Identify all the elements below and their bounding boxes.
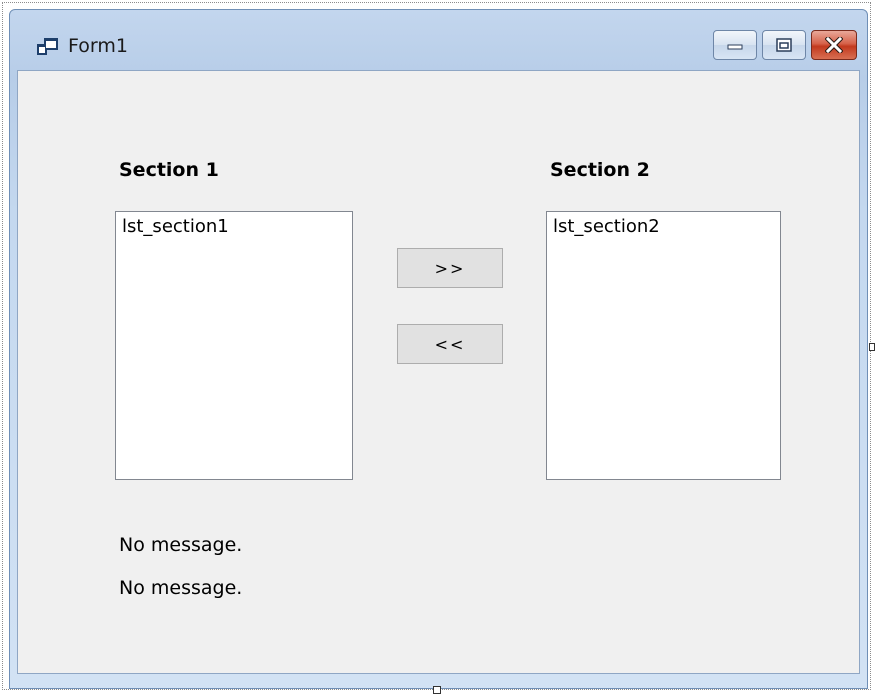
maximize-icon [776, 38, 792, 52]
minimize-button[interactable] [713, 30, 757, 60]
resize-handle-right[interactable] [869, 343, 875, 351]
form-window: Form1 Section 1 lst_section1 >> << Secti… [9, 9, 868, 689]
section2-listbox-name: lst_section2 [553, 216, 660, 237]
form-client-area: Section 1 lst_section1 >> << Section 2 l… [17, 70, 860, 674]
close-button[interactable] [811, 30, 857, 60]
form-window-icon [37, 38, 58, 55]
window-title: Form1 [68, 35, 128, 57]
resize-handle-bottom[interactable] [433, 686, 441, 694]
caption-buttons [708, 30, 857, 60]
section2-heading: Section 2 [550, 159, 650, 181]
section1-heading: Section 1 [119, 159, 219, 181]
minimize-icon [727, 44, 743, 50]
title-bar[interactable]: Form1 [10, 10, 867, 70]
move-left-button[interactable]: << [397, 324, 503, 364]
section1-listbox-name: lst_section1 [122, 216, 229, 237]
close-icon [825, 37, 843, 53]
move-right-button[interactable]: >> [397, 248, 503, 288]
section1-listbox[interactable]: lst_section1 [115, 211, 353, 480]
section2-listbox[interactable]: lst_section2 [546, 211, 781, 480]
message-label-2: No message. [119, 577, 243, 599]
maximize-button[interactable] [762, 30, 806, 60]
message-label-1: No message. [119, 534, 243, 556]
